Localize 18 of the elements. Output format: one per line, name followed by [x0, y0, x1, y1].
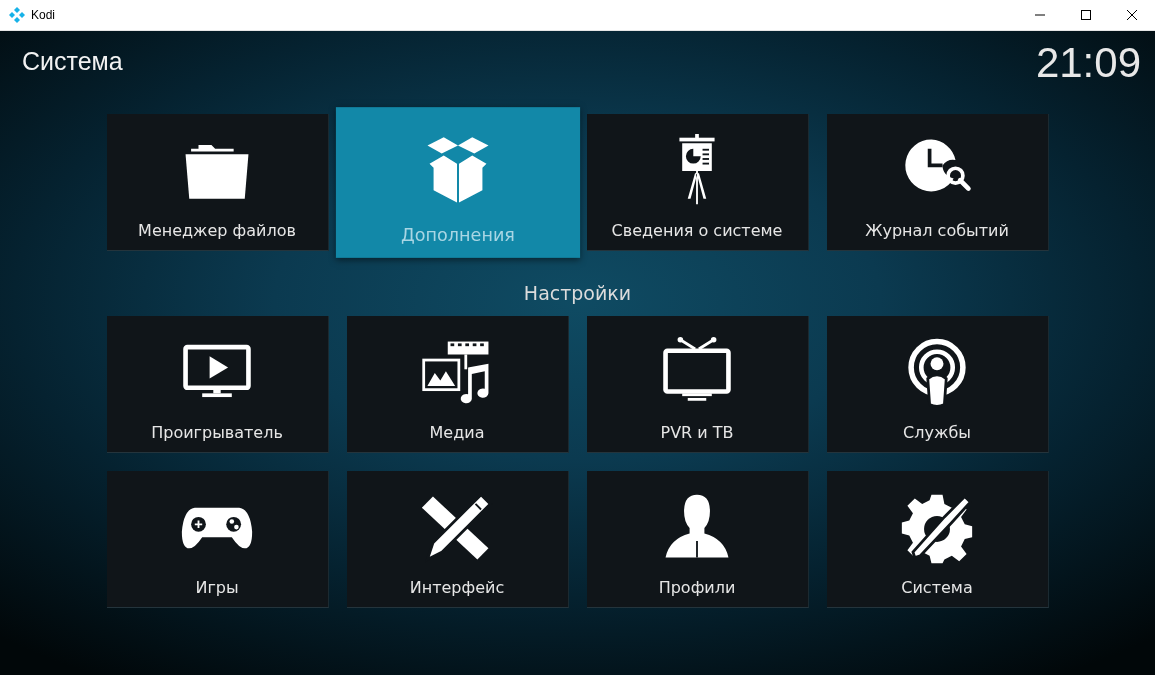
close-icon	[1127, 10, 1137, 20]
menu-tile[interactable]: Интерфейс	[346, 471, 569, 608]
menu-tile[interactable]: Менеджер файлов	[106, 114, 329, 251]
menu-tile[interactable]: Система	[826, 471, 1049, 608]
menu-tile[interactable]: Медиа	[346, 316, 569, 453]
maximize-icon	[1081, 10, 1091, 20]
window-title: Kodi	[31, 8, 57, 22]
clock: 21:09	[1035, 39, 1141, 87]
app-logo-icon	[9, 7, 25, 23]
menu-tile[interactable]: PVR и ТВ	[586, 316, 809, 453]
menu-tile[interactable]: Сведения о системе	[586, 114, 809, 251]
menu-tile[interactable]: Проигрыватель	[106, 316, 329, 453]
menu-tile[interactable]: Игры	[106, 471, 329, 608]
menu-tile[interactable]: Профили	[586, 471, 809, 608]
menu-tile[interactable]: Журнал событий	[826, 114, 1049, 251]
page-title: Система	[22, 46, 123, 76]
menu-tile[interactable]: Службы	[826, 316, 1049, 453]
section-heading: Настройки	[523, 282, 632, 304]
